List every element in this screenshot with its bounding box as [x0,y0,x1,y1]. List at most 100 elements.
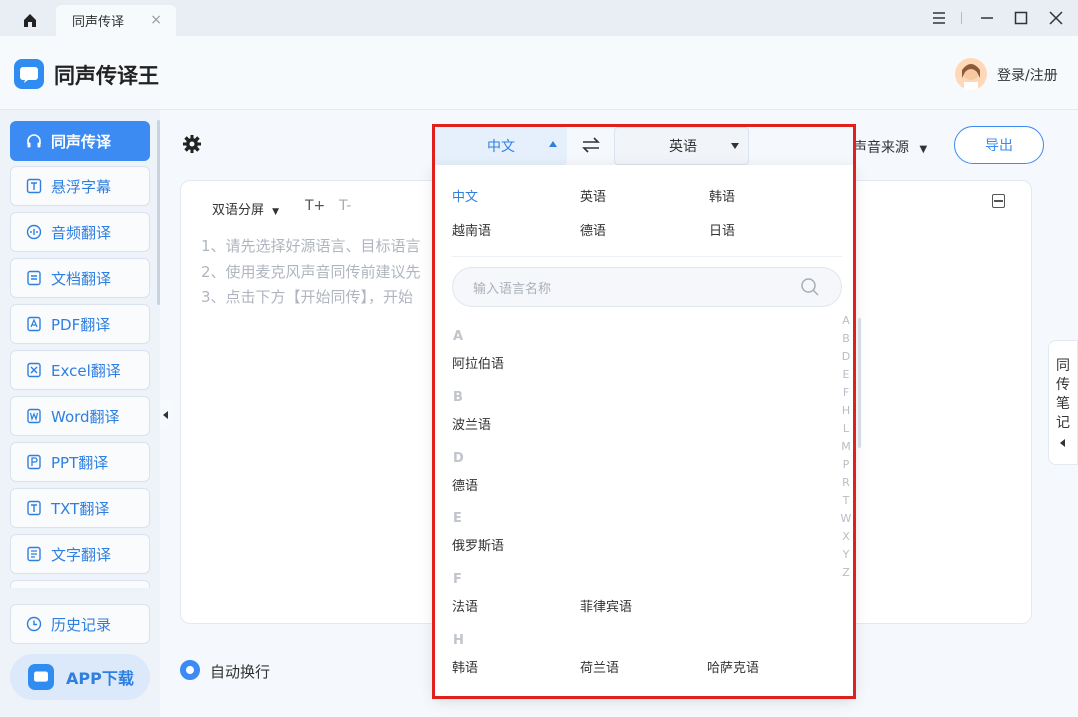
alphabet-index-letter[interactable]: B [840,332,852,345]
avatar[interactable] [955,58,987,90]
sidebar-item-label: PDF翻译 [51,315,111,334]
gear-icon[interactable] [182,134,202,154]
notes-tab[interactable]: 同 传 笔 记 [1048,340,1078,465]
document-icon [25,269,43,287]
alphabet-index-letter[interactable]: W [840,512,852,525]
sidebar-item-ppt[interactable]: PPT翻译 [10,442,150,482]
hint-line: 3、点击下方【开始同传】，开始 [201,288,414,306]
language-option[interactable]: 波兰语 [452,414,491,433]
sidebar-item-label: 文字翻译 [51,545,112,564]
sidebar-item-excel[interactable]: Excel翻译 [10,350,150,390]
font-increase-button[interactable]: T+ [305,198,325,214]
sidebar-item-text[interactable]: 文字翻译 [10,534,150,574]
export-button[interactable]: 导出 [954,126,1044,164]
app-header: 同声传译王 登录/注册 [0,36,1078,110]
language-option[interactable]: 日语 [709,220,735,239]
dropdown-scrollbar[interactable] [858,318,861,448]
target-language-label: 英语 [669,139,697,155]
audio-source-select[interactable]: 声音来源 ▼ [853,137,927,157]
hint-line: 2、使用麦克风声音同传前建议先 [201,263,421,281]
login-link[interactable]: 登录/注册 [997,65,1058,85]
language-option[interactable]: 英语 [580,186,606,205]
language-option[interactable]: 荷兰语 [580,657,619,676]
sidebar-item-label: PPT翻译 [51,453,109,472]
group-letter: H [453,633,464,648]
language-search-input[interactable]: 输入语言名称 [452,267,842,307]
alphabet-index-letter[interactable]: H [840,404,852,417]
font-decrease-button[interactable]: T- [339,198,351,214]
language-option[interactable]: 德语 [452,475,478,494]
divider [452,256,842,257]
tab-simultaneous[interactable]: 同声传译 × [56,5,176,36]
language-option[interactable]: 阿拉伯语 [452,353,504,372]
alphabet-index-letter[interactable]: T [840,494,852,507]
chevron-up-icon [549,141,557,147]
app-title: 同声传译王 [54,64,159,88]
alphabet-index-letter[interactable]: A [840,314,852,327]
sidebar-item-simultaneous[interactable]: 同声传译 [10,121,150,161]
group-letter: B [453,390,463,405]
app-logo-icon [28,664,54,690]
alphabet-index-letter[interactable]: L [840,422,852,435]
alphabet-index-letter[interactable]: E [840,368,852,381]
layout-toggle-icon[interactable] [992,194,1005,208]
text-translate-icon [25,545,43,563]
alphabet-index-letter[interactable]: Z [840,566,852,579]
alphabet-index-letter[interactable]: R [840,476,852,489]
language-option[interactable]: 韩语 [709,186,735,205]
title-bar: 同声传译 × [0,0,1078,36]
maximize-icon[interactable] [1009,8,1033,28]
swap-languages-icon[interactable] [580,135,602,155]
source-language-select[interactable]: 中文 [434,127,567,165]
collapse-sidebar-icon[interactable] [160,400,172,430]
app-download-button[interactable]: APP下载 [10,654,150,700]
menu-icon[interactable] [927,8,951,28]
chevron-down-icon: ▼ [919,144,928,155]
language-option[interactable]: 德语 [580,220,606,239]
language-option[interactable]: 俄罗斯语 [452,535,504,554]
sidebar-item-history[interactable]: 历史记录 [10,604,150,644]
alphabet-index-letter[interactable]: Y [840,548,852,561]
minimize-icon[interactable] [975,8,999,28]
excel-icon [25,361,43,379]
alphabet-index-letter[interactable]: F [840,386,852,399]
language-dropdown [434,165,854,697]
home-icon[interactable] [12,8,48,32]
split-mode-label: 双语分屏 [212,203,265,218]
sidebar-item-txt[interactable]: TXT翻译 [10,488,150,528]
audio-source-label: 声音来源 [853,140,909,156]
target-language-select[interactable]: 英语 [614,127,749,165]
split-mode-dropdown[interactable]: 双语分屏 ▼ [212,199,279,218]
notes-tab-char: 同 [1056,358,1070,374]
app-download-label: APP下载 [66,669,134,688]
sidebar-item-word[interactable]: Word翻译 [10,396,150,436]
search-icon[interactable] [800,277,820,297]
auto-wrap-radio[interactable] [180,660,200,680]
language-option[interactable]: 哈萨克语 [707,657,759,676]
alphabet-index-letter[interactable]: P [840,458,852,471]
sidebar-item-pdf[interactable]: PDF翻译 [10,304,150,344]
language-option[interactable]: 中文 [452,186,478,205]
sidebar-item-audio[interactable]: 音频翻译 [10,212,150,252]
close-icon[interactable] [1044,8,1068,28]
notes-tab-char: 记 [1056,415,1070,431]
notes-tab-char: 传 [1056,377,1070,393]
alphabet-index-letter[interactable]: X [840,530,852,543]
alphabet-index-letter[interactable]: M [840,440,852,453]
chevron-down-icon: ▼ [272,207,280,217]
alphabet-index-letter[interactable]: D [840,350,852,363]
sidebar-item-floating-subtitle[interactable]: 悬浮字幕 [10,166,150,206]
divider [961,12,962,24]
language-option[interactable]: 韩语 [452,657,478,676]
word-icon [25,407,43,425]
tab-close-icon[interactable]: × [150,12,162,28]
sidebar-item-label: 音频翻译 [51,223,112,242]
group-letter: F [453,572,462,587]
auto-wrap-label: 自动换行 [210,663,271,681]
language-option[interactable]: 菲律宾语 [580,596,632,615]
language-option[interactable]: 越南语 [452,220,491,239]
language-option[interactable]: 法语 [452,596,478,615]
sidebar-item-document[interactable]: 文档翻译 [10,258,150,298]
sidebar-item-label: TXT翻译 [51,499,110,518]
group-letter: E [453,511,462,526]
